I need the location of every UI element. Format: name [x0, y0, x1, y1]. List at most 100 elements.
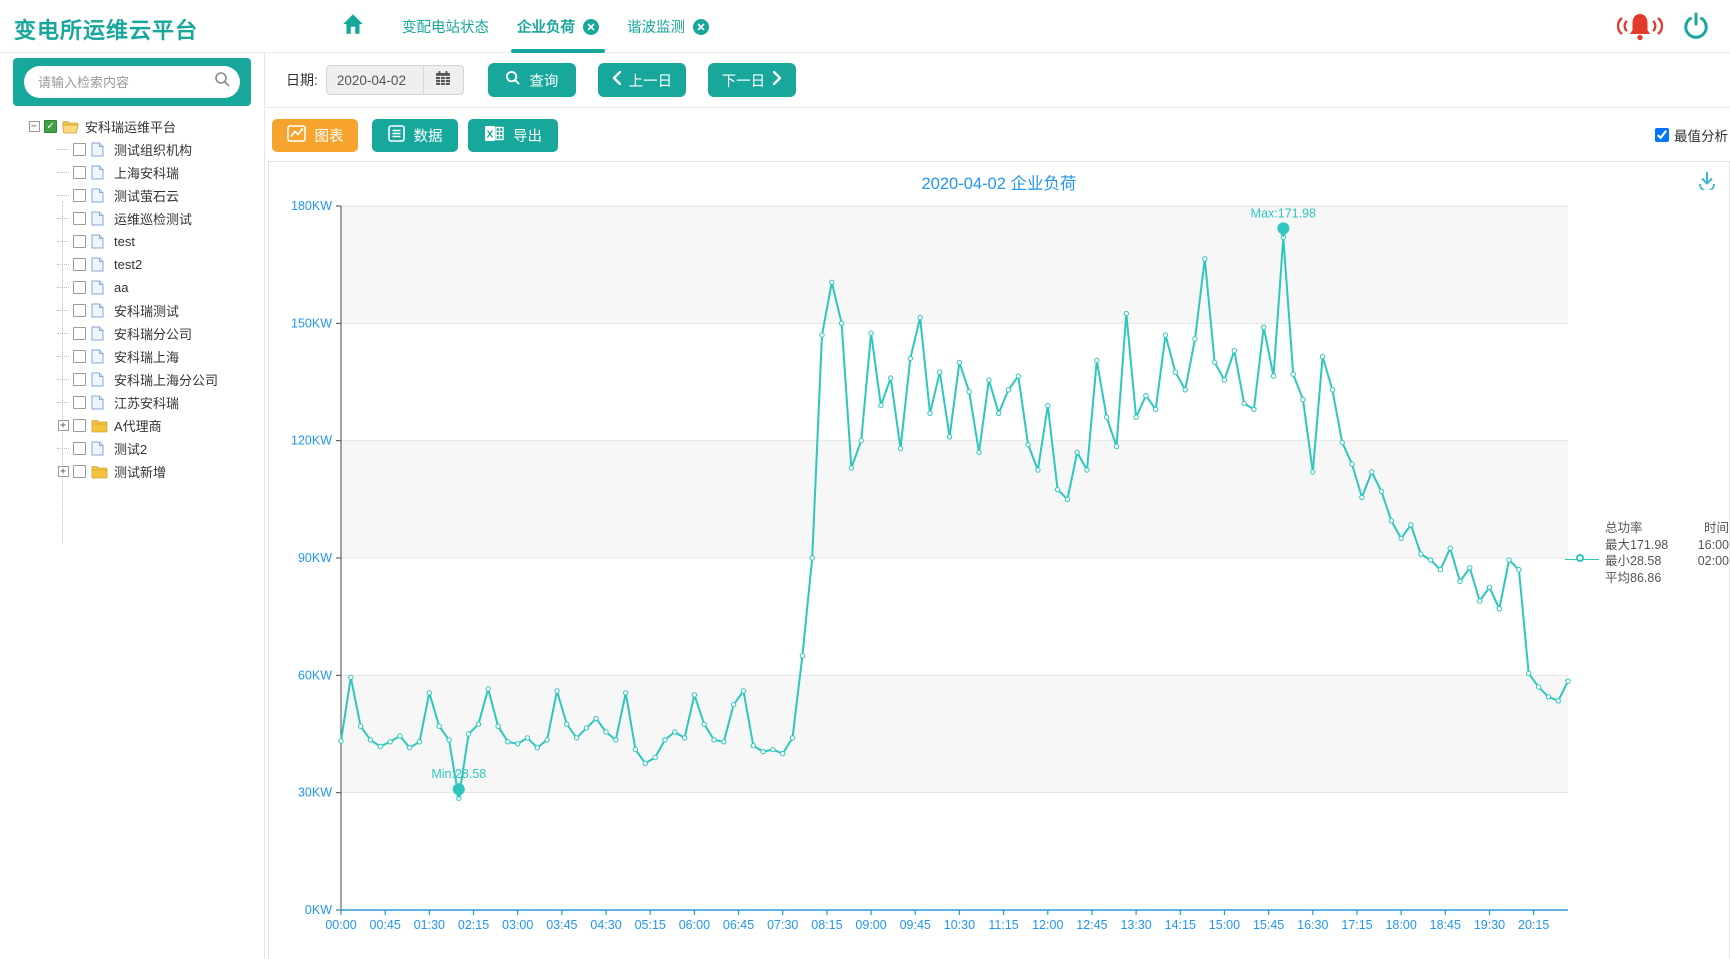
svg-text:30KW: 30KW	[298, 786, 332, 800]
svg-text:20:15: 20:15	[1518, 918, 1549, 932]
tree-node-label[interactable]: 安科瑞分公司	[114, 324, 192, 343]
load-curve-chart[interactable]: 0KW30KW60KW90KW120KW150KW180KW00:0000:45…	[269, 162, 1729, 959]
tree-node-label[interactable]: test2	[114, 257, 142, 272]
tree-node-label[interactable]: 测试萤石云	[114, 186, 179, 205]
max-analysis-checkbox[interactable]	[1655, 128, 1669, 142]
svg-text:09:00: 09:00	[855, 918, 886, 932]
next-day-label: 下一日	[722, 70, 766, 91]
tree-checkbox[interactable]	[73, 281, 86, 294]
tree-checkbox[interactable]	[73, 189, 86, 202]
tree-node-label[interactable]: 江苏安科瑞	[114, 393, 179, 412]
file-icon	[91, 349, 108, 364]
query-button[interactable]: 查询	[488, 63, 576, 97]
tree-node-label[interactable]: 安科瑞上海	[114, 347, 179, 366]
tab-bar: 变配电站状态企业负荷谐波监测	[388, 0, 723, 53]
tree-checkbox[interactable]	[73, 350, 86, 363]
date-input[interactable]	[327, 66, 423, 94]
tree-node-label[interactable]: 安科瑞测试	[114, 301, 179, 320]
tree-checkbox[interactable]	[73, 373, 86, 386]
tree-checkbox[interactable]	[73, 166, 86, 179]
tab-close-icon[interactable]	[583, 19, 599, 35]
expand-icon[interactable]: +	[58, 466, 69, 477]
tree-node-11[interactable]: 江苏安科瑞	[0, 391, 265, 414]
chart-view-button[interactable]: 图表	[272, 119, 358, 152]
tree-node-label[interactable]: 测试组织机构	[114, 140, 192, 159]
tree-checkbox[interactable]	[73, 143, 86, 156]
tree-checkbox[interactable]	[73, 396, 86, 409]
tree-node-8[interactable]: 安科瑞分公司	[0, 322, 265, 345]
tree-node-label[interactable]: 上海安科瑞	[114, 163, 179, 182]
sidebar: −✓ 安科瑞运维平台测试组织机构上海安科瑞测试萤石云运维巡检测试 test test2…	[0, 53, 265, 959]
tree-node-0[interactable]: 测试组织机构	[0, 138, 265, 161]
home-button[interactable]	[336, 10, 370, 44]
tree-node-13[interactable]: 测试2	[0, 437, 265, 460]
tree-node-9[interactable]: 安科瑞上海	[0, 345, 265, 368]
svg-text:05:15: 05:15	[635, 918, 666, 932]
svg-text:00:00: 00:00	[325, 918, 356, 932]
svg-text:15:45: 15:45	[1253, 918, 1284, 932]
file-icon	[91, 326, 108, 341]
tree-node-14[interactable]: + 测试新增	[0, 460, 265, 483]
legend-stat: 平均86.86	[1605, 570, 1661, 587]
tree-node-3[interactable]: 运维巡检测试	[0, 207, 265, 230]
svg-text:13:30: 13:30	[1120, 918, 1151, 932]
prev-day-button[interactable]: 上一日	[598, 63, 686, 97]
tree-node-label[interactable]: 测试新增	[114, 462, 166, 481]
alarm-button[interactable]	[1620, 10, 1660, 46]
tree-node-10[interactable]: 安科瑞上海分公司	[0, 368, 265, 391]
folder-icon	[91, 464, 108, 479]
logout-button[interactable]	[1676, 10, 1716, 46]
tree-node-label[interactable]: 安科瑞上海分公司	[114, 370, 218, 389]
tree-node-label[interactable]: 安科瑞运维平台	[85, 117, 176, 136]
tree-connector	[57, 333, 69, 334]
main-nav: 变配电站状态企业负荷谐波监测	[336, 0, 723, 53]
tree-checkbox[interactable]	[73, 235, 86, 248]
tree-node-6[interactable]: aa	[0, 276, 265, 299]
tree-node-4[interactable]: test	[0, 230, 265, 253]
sidebar-search-block	[13, 58, 251, 106]
expand-icon[interactable]: +	[58, 420, 69, 431]
next-day-button[interactable]: 下一日	[708, 63, 796, 97]
file-icon	[91, 303, 108, 318]
tree-checkbox[interactable]: ✓	[44, 120, 57, 133]
tree-node-label[interactable]: A代理商	[114, 416, 162, 435]
tree-checkbox[interactable]	[73, 258, 86, 271]
tree-checkbox[interactable]	[73, 327, 86, 340]
tree-checkbox[interactable]	[73, 304, 86, 317]
tree-connector	[57, 448, 69, 449]
tree-node-label[interactable]: test	[114, 234, 135, 249]
tab-1[interactable]: 企业负荷	[503, 0, 613, 53]
export-button[interactable]: X 导出	[468, 119, 558, 152]
query-search-icon	[505, 70, 521, 90]
svg-text:08:15: 08:15	[811, 918, 842, 932]
folder-open-icon	[62, 119, 79, 134]
tree-node-label[interactable]: 运维巡检测试	[114, 209, 192, 228]
tree-node-label[interactable]: 测试2	[114, 439, 147, 458]
tree-node-7[interactable]: 安科瑞测试	[0, 299, 265, 322]
tree-node-root[interactable]: −✓ 安科瑞运维平台	[0, 115, 265, 138]
search-input[interactable]	[38, 75, 214, 90]
page: 变电所运维云平台 变配电站状态企业负荷谐波监测	[0, 0, 1730, 959]
tree-checkbox[interactable]	[73, 212, 86, 225]
tree-node-12[interactable]: + A代理商	[0, 414, 265, 437]
svg-text:60KW: 60KW	[298, 668, 332, 682]
tree-node-label[interactable]: aa	[114, 280, 128, 295]
calendar-button[interactable]	[423, 65, 463, 95]
tree-checkbox[interactable]	[73, 442, 86, 455]
main-content: 日期: 查询 上一日 下一日	[266, 53, 1730, 959]
chevron-left-icon	[612, 71, 621, 89]
collapse-icon[interactable]: −	[29, 121, 40, 132]
svg-text:04:30: 04:30	[590, 918, 621, 932]
file-icon	[91, 257, 108, 272]
data-view-button[interactable]: 数据	[372, 119, 458, 152]
svg-text:07:30: 07:30	[767, 918, 798, 932]
tab-close-icon[interactable]	[693, 19, 709, 35]
tree-checkbox[interactable]	[73, 465, 86, 478]
tree-node-1[interactable]: 上海安科瑞	[0, 161, 265, 184]
tab-0[interactable]: 变配电站状态	[388, 0, 503, 53]
tree-node-5[interactable]: test2	[0, 253, 265, 276]
tab-2[interactable]: 谐波监测	[613, 0, 723, 53]
legend-stat: 最大171.98	[1605, 537, 1668, 554]
tree-checkbox[interactable]	[73, 419, 86, 432]
tree-node-2[interactable]: 测试萤石云	[0, 184, 265, 207]
